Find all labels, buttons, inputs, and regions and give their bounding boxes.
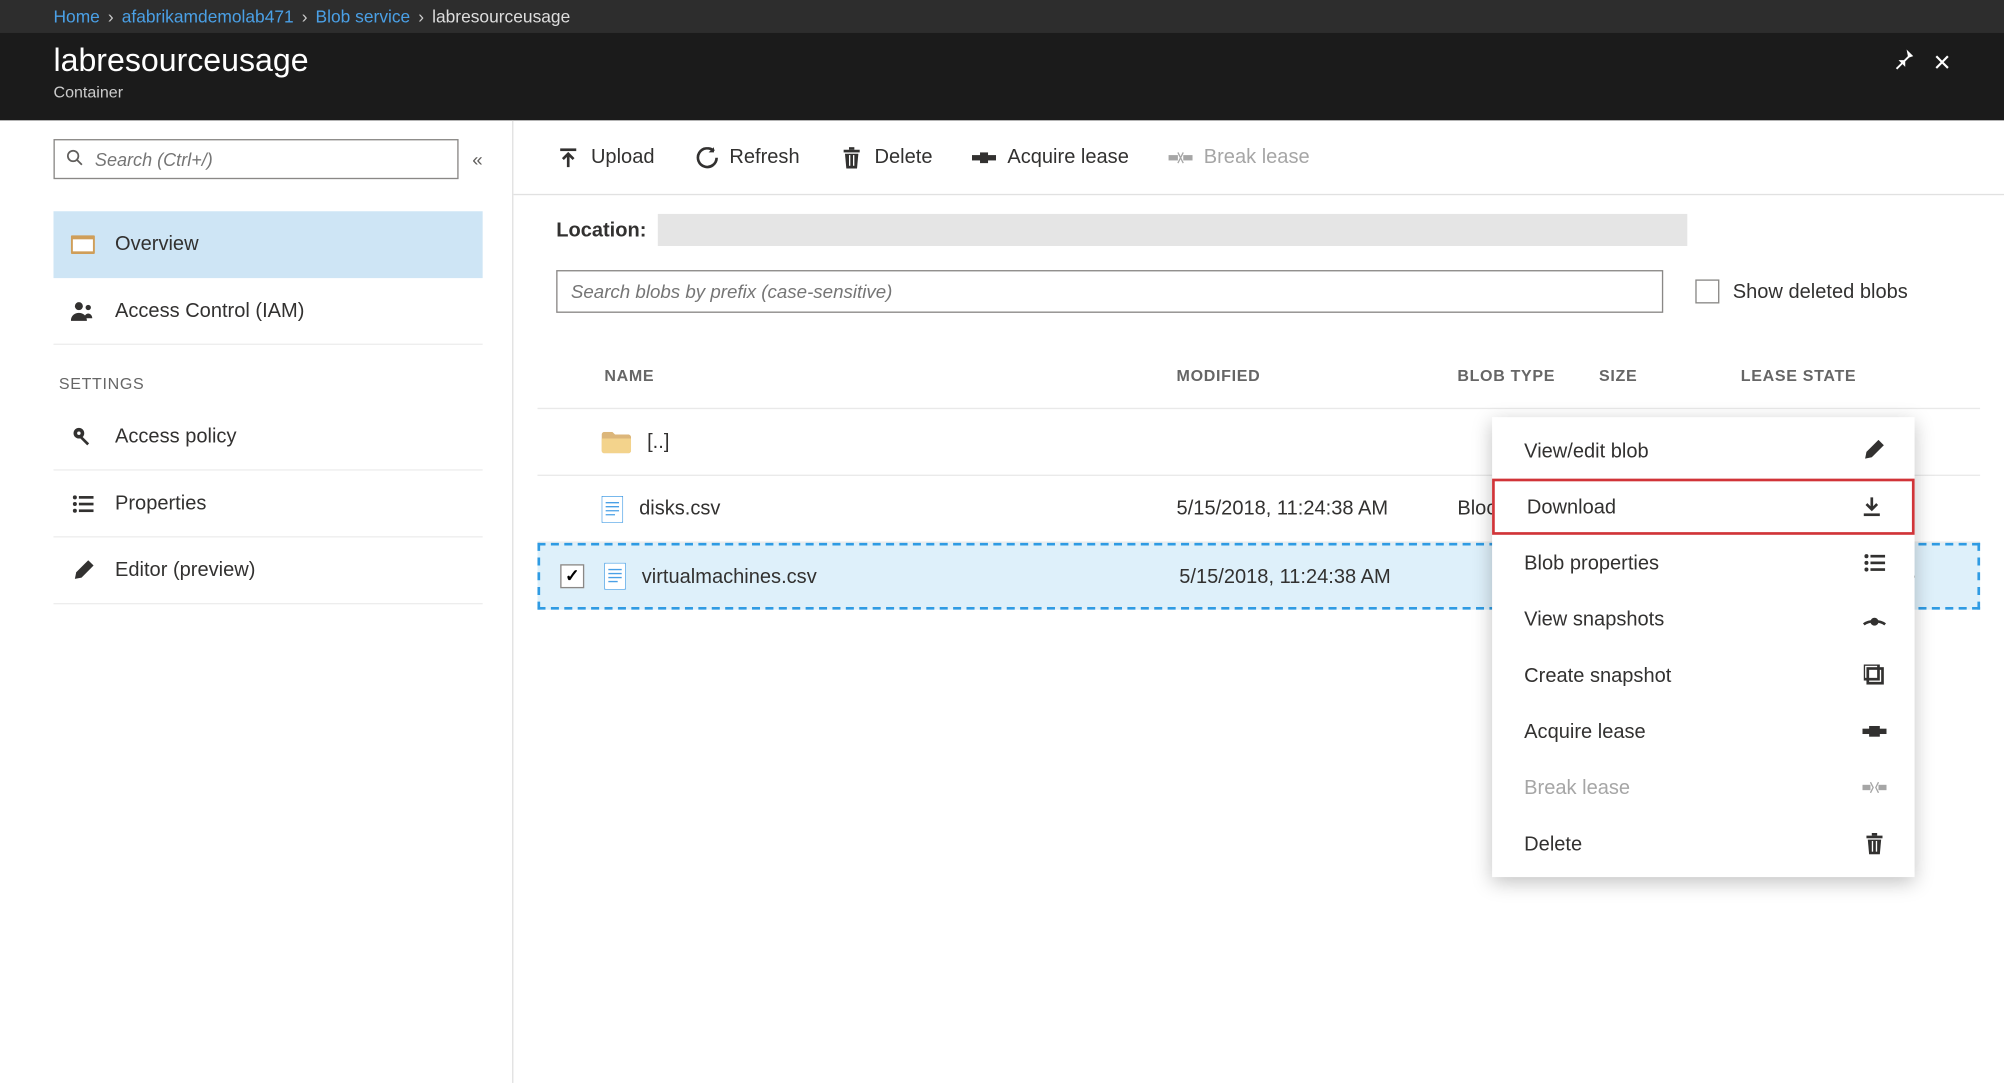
blob-prefix-search[interactable] — [556, 270, 1663, 313]
break-lease-button: Break lease — [1169, 146, 1310, 169]
file-icon — [602, 495, 623, 522]
close-icon[interactable]: × — [1933, 53, 1950, 72]
content-pane: Upload Refresh Delete Acquire lease — [513, 120, 2004, 1083]
cm-view-edit[interactable]: View/edit blob — [1492, 422, 1914, 478]
delete-button[interactable]: Delete — [840, 146, 933, 169]
breadcrumb: Home › afabrikamdemolab471 › Blob servic… — [0, 0, 2004, 32]
cm-break-lease: Break lease — [1492, 759, 1914, 815]
breadcrumb-current: labresourceusage — [432, 6, 570, 26]
properties-icon — [70, 494, 97, 513]
cm-acquire-lease[interactable]: Acquire lease — [1492, 703, 1914, 759]
sidebar-item-label: Access policy — [115, 425, 236, 448]
sidebar: « Overview Access Control (IAM) SETTINGS… — [0, 120, 513, 1083]
chevron-right-icon: › — [418, 6, 424, 26]
sidebar-item-editor[interactable]: Editor (preview) — [53, 537, 482, 604]
row-modified: 5/15/2018, 11:24:38 AM — [1177, 497, 1458, 520]
download-icon — [1858, 496, 1885, 517]
cm-label: Delete — [1524, 832, 1582, 855]
cm-blob-properties[interactable]: Blob properties — [1492, 535, 1914, 591]
break-lease-icon — [1169, 149, 1193, 165]
refresh-button[interactable]: Refresh — [695, 146, 800, 169]
cm-label: Acquire lease — [1524, 720, 1646, 743]
blob-prefix-input[interactable] — [571, 281, 1649, 302]
refresh-label: Refresh — [729, 146, 799, 169]
sidebar-item-label: Overview — [115, 233, 199, 256]
location-label: Location: — [556, 219, 646, 242]
chevron-right-icon: › — [108, 6, 114, 26]
overview-icon — [70, 235, 97, 254]
access-control-icon — [70, 300, 97, 321]
title-bar: labresourceusage Container × — [0, 32, 2004, 120]
acquire-lease-button[interactable]: Acquire lease — [973, 146, 1129, 169]
sidebar-item-access-control[interactable]: Access Control (IAM) — [53, 278, 482, 345]
cm-label: View/edit blob — [1524, 439, 1649, 462]
folder-icon — [602, 431, 631, 452]
sidebar-item-label: Properties — [115, 492, 206, 515]
row-name: [..] — [647, 431, 669, 454]
col-blob-type[interactable]: BLOB TYPE — [1457, 366, 1599, 385]
sidebar-item-label: Access Control (IAM) — [115, 299, 304, 322]
show-deleted-checkbox[interactable]: Show deleted blobs — [1695, 279, 1907, 303]
cm-download[interactable]: Download — [1492, 479, 1914, 535]
file-icon — [604, 563, 625, 590]
delete-label: Delete — [875, 146, 933, 169]
acquire-lease-icon — [1861, 725, 1888, 738]
breadcrumb-blob-service[interactable]: Blob service — [316, 6, 411, 26]
pin-icon[interactable] — [1893, 48, 1914, 76]
sidebar-item-overview[interactable]: Overview — [53, 211, 482, 278]
blob-context-menu: View/edit blob Download Blob properties … — [1492, 417, 1914, 877]
row-checkbox[interactable] — [560, 564, 584, 588]
checkbox-icon[interactable] — [1695, 279, 1719, 303]
search-icon — [66, 148, 85, 171]
upload-button[interactable]: Upload — [556, 146, 654, 169]
chevron-right-icon: › — [302, 6, 308, 26]
cm-label: Download — [1527, 495, 1616, 518]
col-modified[interactable]: MODIFIED — [1177, 366, 1458, 385]
row-name: disks.csv — [639, 497, 720, 520]
cm-label: Break lease — [1524, 776, 1630, 799]
page-subtitle: Container — [53, 83, 308, 102]
row-modified: 5/15/2018, 11:24:38 AM — [1179, 565, 1460, 588]
col-lease-state[interactable]: LEASE STATE — [1741, 366, 1875, 385]
col-size[interactable]: SIZE — [1599, 366, 1741, 385]
sidebar-item-access-policy[interactable]: Access policy — [53, 404, 482, 471]
list-icon — [1861, 554, 1888, 573]
sidebar-item-properties[interactable]: Properties — [53, 471, 482, 538]
sidebar-section-settings: SETTINGS — [59, 374, 483, 393]
pencil-icon — [1861, 440, 1888, 461]
col-name[interactable]: NAME — [602, 366, 1177, 385]
page-title: labresourceusage — [53, 43, 308, 80]
cm-create-snapshot[interactable]: Create snapshot — [1492, 647, 1914, 703]
show-deleted-label: Show deleted blobs — [1733, 280, 1908, 303]
cm-label: View snapshots — [1524, 608, 1664, 631]
key-icon — [70, 426, 97, 447]
sidebar-item-label: Editor (preview) — [115, 559, 255, 582]
row-name: virtualmachines.csv — [642, 565, 817, 588]
breadcrumb-home[interactable]: Home — [53, 6, 99, 26]
content-toolbar: Upload Refresh Delete Acquire lease — [513, 120, 2004, 195]
snapshot-icon — [1861, 664, 1888, 685]
cm-view-snapshots[interactable]: View snapshots — [1492, 591, 1914, 647]
break-lease-label: Break lease — [1204, 146, 1310, 169]
table-header: NAME MODIFIED BLOB TYPE SIZE LEASE STATE — [537, 342, 1980, 409]
upload-label: Upload — [591, 146, 655, 169]
eye-icon — [1861, 612, 1888, 625]
trash-icon — [840, 146, 864, 167]
pencil-icon — [70, 560, 97, 580]
break-lease-icon — [1861, 781, 1888, 794]
location-value — [657, 214, 1686, 246]
cm-delete[interactable]: Delete — [1492, 816, 1914, 872]
breadcrumb-account[interactable]: afabrikamdemolab471 — [122, 6, 294, 26]
cm-label: Create snapshot — [1524, 664, 1671, 687]
refresh-icon — [695, 146, 719, 167]
upload-icon — [556, 146, 580, 167]
collapse-sidebar-icon[interactable]: « — [472, 148, 482, 169]
acquire-lease-icon — [973, 149, 997, 165]
cm-label: Blob properties — [1524, 552, 1659, 575]
sidebar-search-input[interactable] — [95, 149, 447, 169]
sidebar-search[interactable] — [53, 139, 458, 179]
trash-icon — [1861, 833, 1888, 854]
acquire-lease-label: Acquire lease — [1007, 146, 1129, 169]
